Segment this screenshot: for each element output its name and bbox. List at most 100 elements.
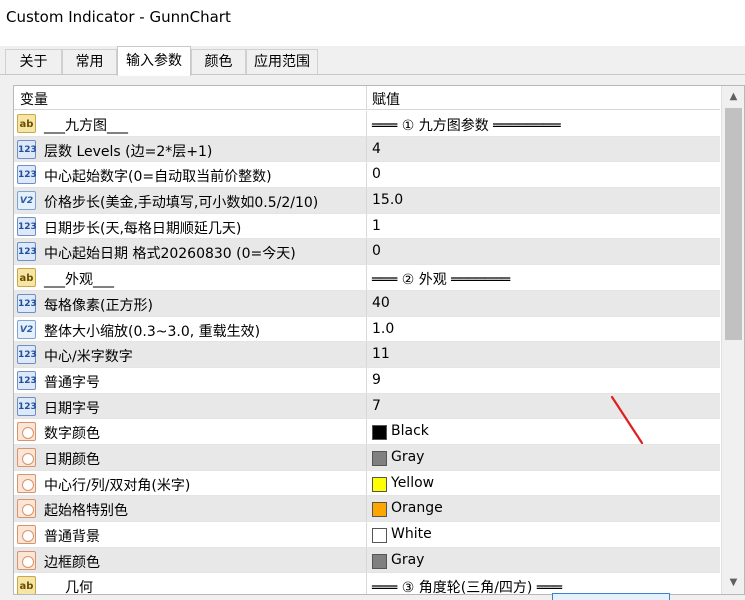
column-divider xyxy=(366,136,367,162)
parameter-name: 整体大小缩放(0.3~3.0, 重载生效) xyxy=(44,323,261,340)
tab-about[interactable]: 关于 xyxy=(5,49,62,75)
parameter-value[interactable]: Orange xyxy=(391,500,443,516)
parameter-row[interactable]: 123 每格像素(正方形) 40 xyxy=(14,290,720,317)
parameter-value[interactable]: ═══ ② 外观 ═══════ xyxy=(372,269,510,289)
parameter-value[interactable]: 9 xyxy=(372,372,381,388)
integer-type-icon: 123 xyxy=(17,293,37,313)
double-type-icon: V2 xyxy=(17,191,36,211)
tab-panel: 变量 赋值 ab ___九方图___ ═══ ① 九方图参数 ════════ 123… xyxy=(0,74,745,600)
integer-type-icon: 123 xyxy=(17,396,37,416)
parameter-row[interactable]: 日期颜色 Gray xyxy=(14,444,720,471)
parameter-name: 边框颜色 xyxy=(44,554,100,571)
tab-common[interactable]: 常用 xyxy=(62,49,117,75)
parameter-value[interactable]: Black xyxy=(391,423,429,439)
column-header-variable[interactable]: 变量 xyxy=(20,89,48,109)
parameter-name: 日期字号 xyxy=(44,400,100,417)
parameter-value[interactable]: 0 xyxy=(372,243,381,259)
parameter-value[interactable]: Gray xyxy=(391,449,424,465)
parameter-row[interactable]: 123 中心起始数字(0=自动取当前价整数) 0 xyxy=(14,162,720,189)
color-swatch[interactable] xyxy=(372,476,387,492)
parameter-name: 普通字号 xyxy=(44,374,100,391)
scroll-thumb[interactable] xyxy=(725,108,742,340)
parameter-value[interactable]: Gray xyxy=(391,552,424,568)
column-divider xyxy=(366,265,367,290)
parameter-value[interactable]: 0 xyxy=(372,166,381,182)
parameter-value[interactable]: ═══ ③ 角度轮(三角/四方) ═══ xyxy=(372,577,562,594)
parameter-row[interactable]: ab ___几何___ ═══ ③ 角度轮(三角/四方) ═══ xyxy=(14,573,720,595)
double-type-icon: V2 xyxy=(17,319,36,339)
color-swatch[interactable] xyxy=(372,450,387,466)
parameter-value[interactable]: 7 xyxy=(372,398,381,414)
parameter-row[interactable]: 边框颜色 Gray xyxy=(14,547,720,574)
color-swatch[interactable] xyxy=(372,502,387,518)
color-type-icon xyxy=(17,550,36,570)
parameter-name: ___几何___ xyxy=(44,580,114,595)
integer-type-icon: 123 xyxy=(17,370,37,390)
integer-type-icon: 123 xyxy=(17,165,37,185)
parameter-value[interactable]: Yellow xyxy=(391,475,434,491)
parameter-value[interactable]: White xyxy=(391,526,432,542)
grid-header: 变量 赋值 xyxy=(14,86,720,110)
tab-strip: 关于 常用 输入参数 颜色 应用范围 xyxy=(0,46,745,76)
parameter-row[interactable]: 数字颜色 Black xyxy=(14,419,720,445)
column-divider xyxy=(366,419,367,444)
color-swatch[interactable] xyxy=(372,425,387,441)
column-divider[interactable] xyxy=(366,86,367,110)
scroll-up-icon[interactable]: ▲ xyxy=(722,86,744,108)
parameter-row[interactable]: 123 中心/米字数字 11 xyxy=(14,342,720,368)
column-divider xyxy=(366,239,367,265)
parameter-value[interactable]: ═══ ① 九方图参数 ════════ xyxy=(372,115,561,135)
column-divider xyxy=(366,290,367,316)
integer-type-icon: 123 xyxy=(17,139,37,159)
parameters-grid: 变量 赋值 ab ___九方图___ ═══ ① 九方图参数 ════════ 123… xyxy=(13,85,745,595)
parameter-row[interactable]: V2 价格步长(美金,手动填写,可小数如0.5/2/10) 15.0 xyxy=(14,188,720,214)
color-type-icon xyxy=(17,525,36,544)
parameter-name: 中心起始数字(0=自动取当前价整数) xyxy=(44,169,272,186)
parameter-name: ___九方图___ xyxy=(44,118,128,134)
parameter-name: 每格像素(正方形) xyxy=(44,297,153,314)
parameter-value[interactable]: 1.0 xyxy=(372,321,394,337)
parameter-name: 中心行/列/双对角(米字) xyxy=(44,477,191,494)
parameter-value[interactable]: 4 xyxy=(372,141,381,157)
column-divider xyxy=(366,393,367,419)
color-swatch[interactable] xyxy=(372,553,387,569)
color-type-icon xyxy=(17,447,36,467)
string-type-icon: ab xyxy=(17,576,36,594)
parameter-row[interactable]: 123 中心起始日期 格式20260830 (0=今天) 0 xyxy=(14,239,720,266)
parameter-row[interactable]: 123 日期字号 7 xyxy=(14,393,720,420)
parameter-row[interactable]: 123 日期步长(天,每格日期顺延几天) 1 xyxy=(14,213,720,240)
string-type-icon: ab xyxy=(17,114,36,133)
parameter-row[interactable]: ab ___九方图___ ═══ ① 九方图参数 ════════ xyxy=(14,111,720,137)
window-title: Custom Indicator - GunnChart xyxy=(6,8,231,26)
parameter-row[interactable]: 中心行/列/双对角(米字) Yellow xyxy=(14,470,720,497)
parameter-name: 日期颜色 xyxy=(44,451,100,468)
parameter-name: 价格步长(美金,手动填写,可小数如0.5/2/10) xyxy=(44,195,319,212)
column-divider xyxy=(366,470,367,496)
parameter-value[interactable]: 1 xyxy=(372,218,381,234)
color-type-icon xyxy=(17,422,36,442)
column-header-value[interactable]: 赋值 xyxy=(372,89,400,109)
parameter-row[interactable]: 123 普通字号 9 xyxy=(14,367,720,394)
column-divider xyxy=(366,162,367,188)
parameter-value[interactable]: 15.0 xyxy=(372,192,403,208)
column-divider xyxy=(366,342,367,367)
parameter-row[interactable]: 普通背景 White xyxy=(14,522,720,548)
tab-colors[interactable]: 颜色 xyxy=(191,49,246,75)
scroll-down-icon[interactable]: ▼ xyxy=(722,572,744,594)
vertical-scrollbar[interactable]: ▲ ▼ xyxy=(721,86,744,594)
integer-type-icon: 123 xyxy=(17,242,37,262)
string-type-icon: ab xyxy=(17,268,36,288)
parameter-name: 中心起始日期 格式20260830 (0=今天) xyxy=(44,246,296,263)
tab-inputs[interactable]: 输入参数 xyxy=(117,46,191,76)
parameter-row[interactable]: ab ___外观___ ═══ ② 外观 ═══════ xyxy=(14,265,720,291)
parameter-row[interactable]: 123 层数 Levels (边=2*层+1) 4 xyxy=(14,136,720,163)
column-divider xyxy=(366,444,367,470)
parameter-row[interactable]: V2 整体大小缩放(0.3~3.0, 重载生效) 1.0 xyxy=(14,316,720,343)
parameter-name: ___外观___ xyxy=(44,272,114,289)
tab-visualization[interactable]: 应用范围 xyxy=(246,49,318,75)
parameter-value[interactable]: 11 xyxy=(372,346,390,362)
color-swatch[interactable] xyxy=(372,528,387,543)
parameter-value[interactable]: 40 xyxy=(372,295,390,311)
parameter-row[interactable]: 起始格特别色 Orange xyxy=(14,496,720,522)
ok-button[interactable] xyxy=(552,593,670,600)
